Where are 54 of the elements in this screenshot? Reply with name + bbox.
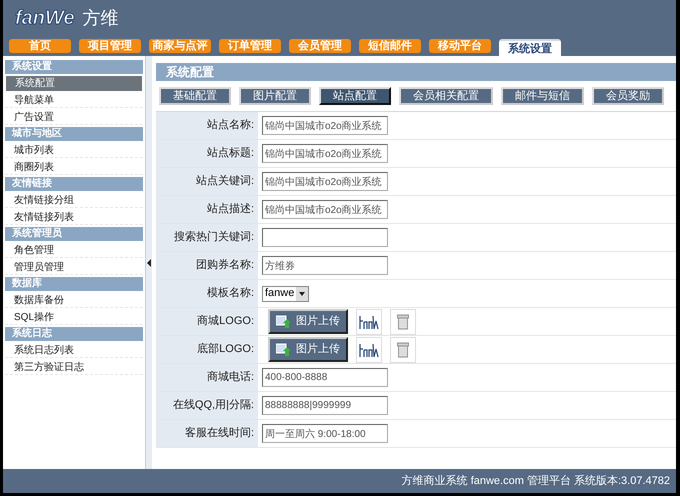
field-label: 站点描述: — [206, 202, 254, 218]
logo-wordmark: fanWe — [15, 8, 75, 28]
sidebar-item[interactable]: 导航菜单 — [5, 93, 143, 108]
sidebar-item[interactable]: SQL操作 — [5, 310, 143, 325]
footer-bar: 方维商业系统 fanwe.com 管理平台 系统版本:3.07.4782 — [3, 469, 676, 493]
config-tab[interactable]: 会员相关配置 — [399, 87, 493, 105]
field-label: 站点关键词: — [196, 174, 254, 190]
delete-button[interactable] — [390, 308, 416, 334]
config-tab[interactable]: 基础配置 — [159, 87, 231, 105]
field-label: 站点名称: — [206, 118, 254, 134]
sidebar-item[interactable]: 第三方验证日志 — [5, 360, 143, 375]
nav-tab[interactable]: 系统设置 — [499, 39, 561, 56]
field-label: 客服在线时间: — [184, 426, 254, 442]
sidebar-item[interactable]: 城市列表 — [5, 143, 143, 158]
field-label: 团购券名称: — [196, 258, 254, 274]
sidebar-item[interactable]: 商圈列表 — [5, 160, 143, 175]
field-label: 商城电话: — [206, 370, 254, 386]
text-field[interactable]: 锦尚中国城市o2o商业系统 — [262, 172, 388, 191]
panel-title: 系统配置 — [156, 63, 676, 81]
sidebar-item[interactable]: 广告设置 — [5, 110, 143, 125]
config-tab[interactable]: 邮件与短信 — [501, 87, 584, 105]
sidebar-item[interactable]: 数据库备份 — [5, 293, 143, 308]
template-select[interactable]: fanwe — [262, 286, 310, 302]
text-field[interactable]: 周一至周六 9:00-18:00 — [262, 424, 388, 443]
text-field[interactable] — [262, 228, 388, 247]
text-field[interactable]: 锦尚中国城市o2o商业系统 — [262, 200, 388, 219]
sidebar-item[interactable]: 管理员管理 — [5, 260, 143, 275]
field-label: 在线QQ,用|分隔: — [172, 398, 254, 414]
text-field[interactable]: 锦尚中国城市o2o商业系统 — [262, 144, 388, 163]
field-label: 商城LOGO: — [197, 314, 254, 330]
image-upload-icon — [276, 342, 290, 356]
sidebar-item[interactable]: 友情链接列表 — [5, 210, 143, 225]
config-tab[interactable]: 站点配置 — [319, 87, 391, 105]
trash-icon[interactable] — [397, 342, 409, 358]
delete-button[interactable] — [390, 336, 416, 362]
sidebar-item[interactable]: 系统配置 — [6, 76, 142, 91]
sidebar-item[interactable]: 友情链接分组 — [5, 193, 143, 208]
text-field[interactable]: 88888888|9999999 — [262, 396, 388, 415]
upload-button[interactable]: 图片上传 — [268, 337, 348, 362]
text-field[interactable]: 方维券 — [262, 256, 388, 275]
field-label: 模板名称: — [206, 286, 254, 302]
field-label: 搜索热门关键词: — [174, 230, 254, 246]
upload-button[interactable]: 图片上传 — [268, 309, 348, 334]
text-field[interactable]: 400-800-8888 — [262, 368, 388, 387]
config-tab[interactable]: 会员奖励 — [592, 87, 664, 105]
config-tab[interactable]: 图片配置 — [239, 87, 311, 105]
sidebar-item[interactable]: 系统日志列表 — [5, 343, 143, 358]
image-upload-icon — [276, 314, 290, 328]
trash-icon[interactable] — [397, 314, 409, 330]
text-field[interactable]: 锦尚中国城市o2o商业系统 — [262, 116, 388, 135]
sidebar-item[interactable]: 角色管理 — [5, 243, 143, 258]
logo-text: 方维 — [82, 9, 119, 27]
field-label: 底部LOGO: — [197, 342, 254, 358]
field-label: 站点标题: — [206, 146, 254, 162]
